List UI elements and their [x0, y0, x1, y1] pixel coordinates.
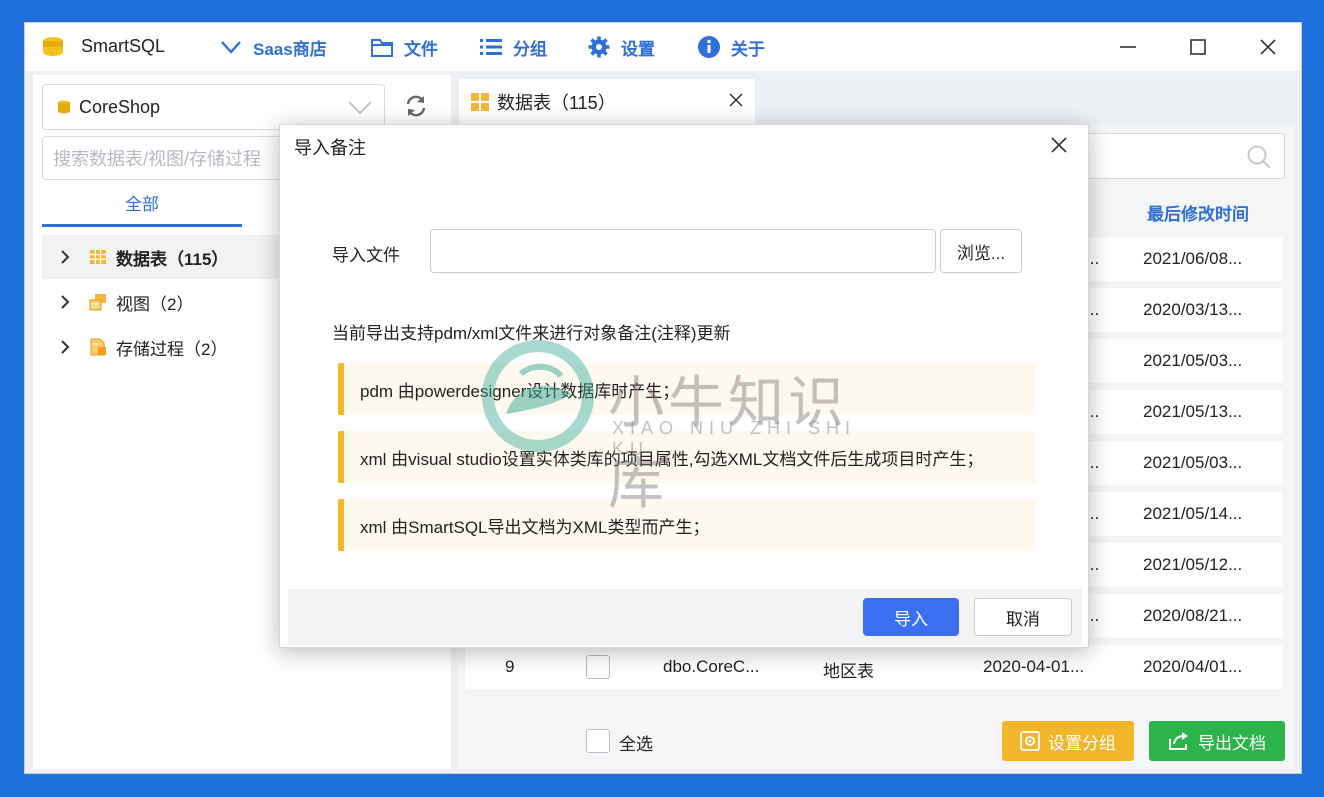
maximize-button[interactable]: [1183, 33, 1213, 61]
cell-created: 2020-04-01...: [983, 657, 1085, 676]
column-header-last-modified[interactable]: 最后修改时间: [1147, 200, 1249, 225]
cell-modified: 2021/05/03...: [1143, 351, 1243, 370]
tab-tables[interactable]: 数据表（115）: [459, 79, 755, 125]
refresh-icon: [406, 95, 426, 117]
dialog-footer: 导入 取消: [288, 589, 1082, 645]
database-icon: [58, 100, 70, 114]
tab-all[interactable]: 全部: [42, 187, 242, 227]
minimize-button[interactable]: [1113, 33, 1143, 61]
cell-modified: 2021/05/13...: [1143, 402, 1243, 421]
tab-tables-label: 数据表（115）: [497, 93, 616, 113]
table-icon: [88, 247, 108, 267]
select-all-checkbox[interactable]: [586, 729, 610, 753]
cell-modified: 2021/05/12...: [1143, 555, 1243, 574]
cell-comment: 地区表: [823, 662, 874, 681]
database-logo-icon: [43, 37, 63, 56]
menu-saas-store-label: Saas商店: [253, 39, 327, 59]
menu-settings-label: 设置: [621, 39, 655, 59]
cell-modified: 2020/08/21...: [1143, 606, 1243, 625]
cell-modified: 2021/05/14...: [1143, 504, 1243, 523]
cell-modified: 2021/05/03...: [1143, 453, 1243, 472]
note-xml-smartsql: xml 由SmartSQL导出文档为XML类型而产生；: [338, 499, 1036, 551]
note-pdm: pdm 由powerdesigner设计数据库时产生；: [338, 363, 1036, 415]
folder-icon: [371, 39, 393, 57]
cell-modified: 2021/06/08...: [1143, 249, 1243, 268]
gear-icon: [588, 36, 610, 58]
dialog-header: 导入备注: [280, 125, 1088, 169]
import-comments-dialog: 导入备注 导入文件 浏览... 当前导出支持pdm/xml文件来进行对象备注(注…: [279, 124, 1089, 648]
row-checkbox[interactable]: [586, 655, 610, 679]
refresh-button[interactable]: [401, 91, 431, 121]
grid-icon: [471, 93, 489, 111]
dialog-body: 导入文件 浏览... 当前导出支持pdm/xml文件来进行对象备注(注释)更新 …: [288, 177, 1082, 589]
menu-file-label: 文件: [404, 39, 438, 59]
close-icon[interactable]: [1050, 136, 1068, 154]
maximize-icon: [1190, 39, 1206, 55]
tree-item-tables-label: 数据表（115）: [116, 249, 229, 269]
app-title: SmartSQL: [81, 36, 166, 56]
export-doc-button[interactable]: 导出文档: [1149, 721, 1285, 761]
menu-group-label: 分组: [513, 39, 547, 59]
chevron-down-icon: [221, 41, 241, 54]
bottom-bar: 全选 设置分组 导出文档: [457, 713, 1295, 769]
import-button[interactable]: 导入: [863, 598, 959, 636]
group-settings-icon: [1020, 731, 1040, 751]
browse-button[interactable]: 浏览...: [940, 229, 1022, 273]
set-group-button[interactable]: 设置分组: [1002, 721, 1134, 761]
menu-group[interactable]: 分组: [479, 34, 547, 60]
minimize-icon: [1120, 46, 1136, 48]
titlebar: SmartSQL Saas商店 文件 分组 设置 关于: [25, 23, 1301, 71]
table-row[interactable]: 9 dbo.CoreC... 地区表 2020-04-01... 2020/04…: [465, 645, 1283, 689]
cell-name: dbo.CoreC...: [663, 657, 760, 676]
export-doc-label: 导出文档: [1198, 733, 1266, 753]
close-window-button[interactable]: [1253, 33, 1283, 61]
chevron-down-icon: [348, 101, 372, 115]
cell-modified: 2020/03/13...: [1143, 300, 1243, 319]
menu-settings[interactable]: 设置: [587, 34, 655, 60]
close-icon: [1260, 39, 1276, 55]
view-icon: [88, 292, 108, 312]
chevron-right-icon[interactable]: [60, 295, 76, 309]
cancel-button[interactable]: 取消: [974, 598, 1072, 636]
database-name: CoreShop: [79, 96, 161, 117]
chevron-right-icon[interactable]: [60, 340, 76, 354]
menu-about-label: 关于: [731, 39, 765, 59]
cell-no: 9: [505, 657, 515, 676]
tree-item-views-label: 视图（2）: [116, 294, 194, 314]
menu-file[interactable]: 文件: [370, 34, 438, 60]
chevron-right-icon[interactable]: [60, 250, 76, 264]
procedure-icon: [88, 337, 108, 357]
import-description: 当前导出支持pdm/xml文件来进行对象备注(注释)更新: [332, 324, 731, 343]
note-xml-visual-studio: xml 由visual studio设置实体类库的项目属性,勾选XML文档文件后…: [338, 431, 1036, 483]
tree-item-procedures-label: 存储过程（2）: [116, 339, 228, 359]
cell-modified: 2020/04/01...: [1143, 657, 1243, 676]
close-icon[interactable]: [729, 93, 743, 107]
dialog-title: 导入备注: [294, 138, 366, 158]
menu-saas-store[interactable]: Saas商店: [219, 34, 327, 60]
import-file-label: 导入文件: [332, 246, 400, 265]
info-icon: [698, 36, 720, 58]
set-group-label: 设置分组: [1048, 733, 1116, 753]
share-export-icon: [1169, 732, 1188, 750]
object-search-placeholder: 搜索数据表/视图/存储过程: [53, 149, 262, 169]
search-icon: [1247, 145, 1271, 169]
select-all-label[interactable]: 全选: [619, 730, 653, 755]
list-icon: [480, 39, 502, 55]
menu-about[interactable]: 关于: [697, 34, 765, 60]
import-file-input[interactable]: [430, 229, 936, 273]
